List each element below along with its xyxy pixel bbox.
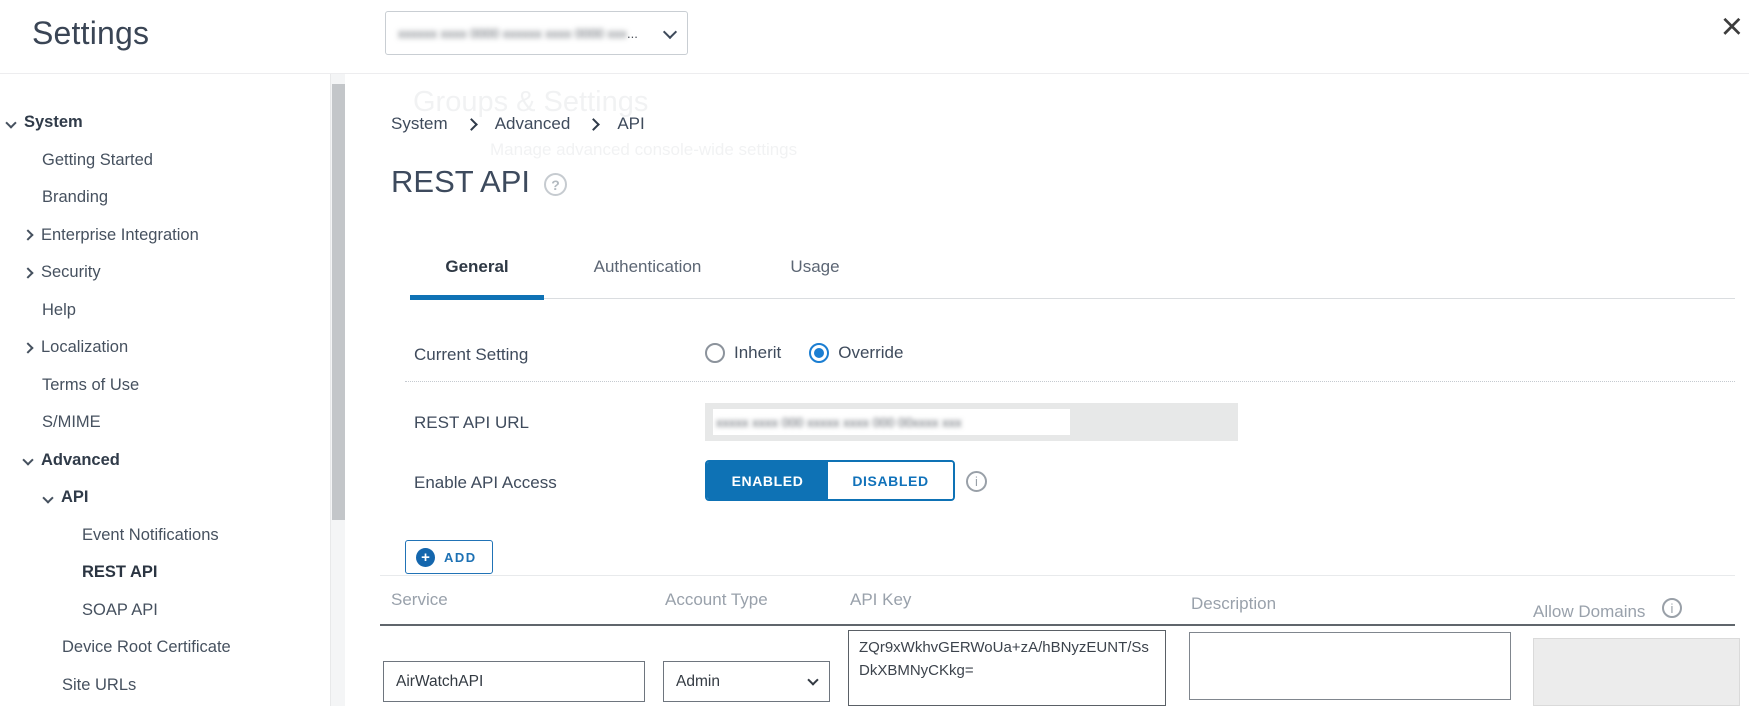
sidebar-item-label: Localization [41, 338, 128, 357]
sidebar-item-label: Advanced [41, 451, 120, 470]
page-title-row: REST API ? [391, 164, 567, 200]
column-header-account-type: Account Type [665, 590, 768, 610]
tab-general[interactable]: General [410, 257, 544, 283]
organization-group-ellipsis: ... [627, 26, 638, 41]
chevron-right-icon [22, 267, 33, 278]
sidebar-item-label: Enterprise Integration [41, 226, 199, 245]
sidebar-item-label: Help [42, 301, 76, 320]
section-divider [405, 381, 1735, 382]
radio-override[interactable] [809, 343, 829, 363]
radio-override-label: Override [838, 343, 903, 363]
radio-inherit-label: Inherit [734, 343, 781, 363]
breadcrumb-system[interactable]: System [391, 114, 448, 134]
service-input[interactable] [383, 661, 645, 702]
add-button-label: ADD [444, 550, 477, 565]
sidebar-item-rest-api[interactable]: REST API [0, 554, 330, 592]
current-setting-label: Current Setting [414, 345, 528, 365]
api-key-textarea[interactable]: ZQr9xWkhvGERWoUa+zA/hBNyzEUNT/SsDkXBMNyC… [848, 630, 1166, 706]
help-icon[interactable]: ? [544, 173, 567, 196]
table-header-border [380, 624, 1735, 626]
sidebar-item-localization[interactable]: Localization [0, 329, 330, 367]
sidebar-item-label: Event Notifications [82, 526, 219, 545]
breadcrumb-advanced[interactable]: Advanced [495, 114, 571, 134]
tab-divider-line [544, 298, 1735, 299]
sidebar-nav-list: System Getting Started Branding Enterpri… [0, 104, 330, 704]
sidebar-item-label: Branding [42, 188, 108, 207]
rest-api-url-label: REST API URL [414, 413, 529, 433]
window-title: Settings [32, 15, 149, 52]
sidebar-item-label: S/MIME [42, 413, 101, 432]
window-header: Settings xxxxxx xxxx 0000 xxxxxx xxxx 00… [0, 0, 1749, 74]
page-title: REST API [391, 164, 530, 200]
toggle-disabled-option[interactable]: DISABLED [828, 462, 953, 499]
tab-usage[interactable]: Usage [765, 257, 865, 283]
sidebar-item-label: Terms of Use [42, 376, 139, 395]
close-icon[interactable]: × [1721, 8, 1743, 46]
account-type-select[interactable]: Admin [663, 661, 830, 702]
active-tab-underline [410, 295, 544, 300]
chevron-down-icon [5, 117, 16, 128]
sidebar-item-event-notifications[interactable]: Event Notifications [0, 517, 330, 555]
sidebar-item-label: Device Root Certificate [62, 638, 231, 657]
sidebar-item-label: Security [41, 263, 101, 282]
sidebar-item-label: REST API [82, 563, 157, 582]
column-header-allow-domains: Allow Domains [1533, 602, 1645, 622]
info-icon[interactable]: i [1662, 598, 1682, 618]
sidebar-item-site-urls[interactable]: Site URLs [0, 667, 330, 705]
sidebar-item-security[interactable]: Security [0, 254, 330, 292]
column-header-api-key: API Key [850, 590, 911, 610]
breadcrumb-api[interactable]: API [617, 114, 644, 134]
sidebar-item-enterprise-integration[interactable]: Enterprise Integration [0, 217, 330, 255]
chevron-down-icon [42, 492, 53, 503]
organization-group-redacted-value: xxxxxx xxxx 0000 xxxxxx xxxx 0000 xxxx [398, 26, 626, 41]
sidebar-item-advanced[interactable]: Advanced [0, 442, 330, 480]
sidebar-item-system[interactable]: System [0, 104, 330, 142]
table-top-border [380, 575, 1735, 576]
enable-api-access-toggle: ENABLED DISABLED [705, 460, 955, 501]
chevron-down-icon [807, 674, 818, 685]
settings-window: Settings xxxxxx xxxx 0000 xxxxxx xxxx 00… [0, 0, 1749, 706]
allow-domains-disabled-field [1533, 638, 1740, 706]
toggle-enabled-option[interactable]: ENABLED [707, 462, 828, 499]
breadcrumb: System Advanced API [391, 114, 645, 134]
enable-api-access-label: Enable API Access [414, 473, 557, 493]
plus-circle-icon: + [416, 548, 435, 567]
rest-api-url-field: xxxxx xxxx 000 xxxxx xxxx 000 00xxxx xxx [705, 403, 1238, 441]
chevron-right-icon [22, 342, 33, 353]
settings-sidebar: System Getting Started Branding Enterpri… [0, 74, 345, 706]
description-textarea[interactable] [1189, 632, 1511, 700]
chevron-right-icon [465, 118, 478, 131]
add-button[interactable]: + ADD [405, 540, 493, 574]
sidebar-item-label: System [24, 113, 83, 132]
sidebar-item-terms-of-use[interactable]: Terms of Use [0, 367, 330, 405]
sidebar-item-soap-api[interactable]: SOAP API [0, 592, 330, 630]
current-setting-radio-group: Inherit Override [705, 343, 903, 363]
sidebar-item-label: Site URLs [62, 676, 136, 695]
main-panel: Groups & Settings Manage advanced consol… [345, 74, 1749, 706]
sidebar-item-help[interactable]: Help [0, 292, 330, 330]
sidebar-item-device-root-certificate[interactable]: Device Root Certificate [0, 629, 330, 667]
chevron-right-icon [22, 230, 33, 241]
sidebar-item-label: SOAP API [82, 601, 158, 620]
chevron-right-icon [587, 118, 600, 131]
tab-authentication[interactable]: Authentication [560, 257, 735, 283]
ghost-background-text: Manage advanced console-wide settings [490, 140, 797, 160]
info-icon[interactable]: i [966, 471, 987, 492]
rest-api-url-redacted-value: xxxxx xxxx 000 xxxxx xxxx 000 00xxxx xxx [713, 409, 1070, 435]
sidebar-scrollbar-thumb[interactable] [332, 84, 345, 520]
column-header-description: Description [1191, 594, 1276, 614]
organization-group-selector[interactable]: xxxxxx xxxx 0000 xxxxxx xxxx 0000 xxxx .… [385, 11, 688, 55]
sidebar-item-api[interactable]: API [0, 479, 330, 517]
radio-inherit[interactable] [705, 343, 725, 363]
sidebar-item-label: API [61, 488, 89, 507]
column-header-service: Service [391, 590, 448, 610]
chevron-down-icon [663, 24, 677, 38]
sidebar-scrollbar-track [330, 74, 346, 706]
sidebar-item-label: Getting Started [42, 151, 153, 170]
account-type-selected-value: Admin [676, 673, 720, 691]
sidebar-item-smime[interactable]: S/MIME [0, 404, 330, 442]
sidebar-item-branding[interactable]: Branding [0, 179, 330, 217]
sidebar-item-getting-started[interactable]: Getting Started [0, 142, 330, 180]
chevron-down-icon [22, 455, 33, 466]
